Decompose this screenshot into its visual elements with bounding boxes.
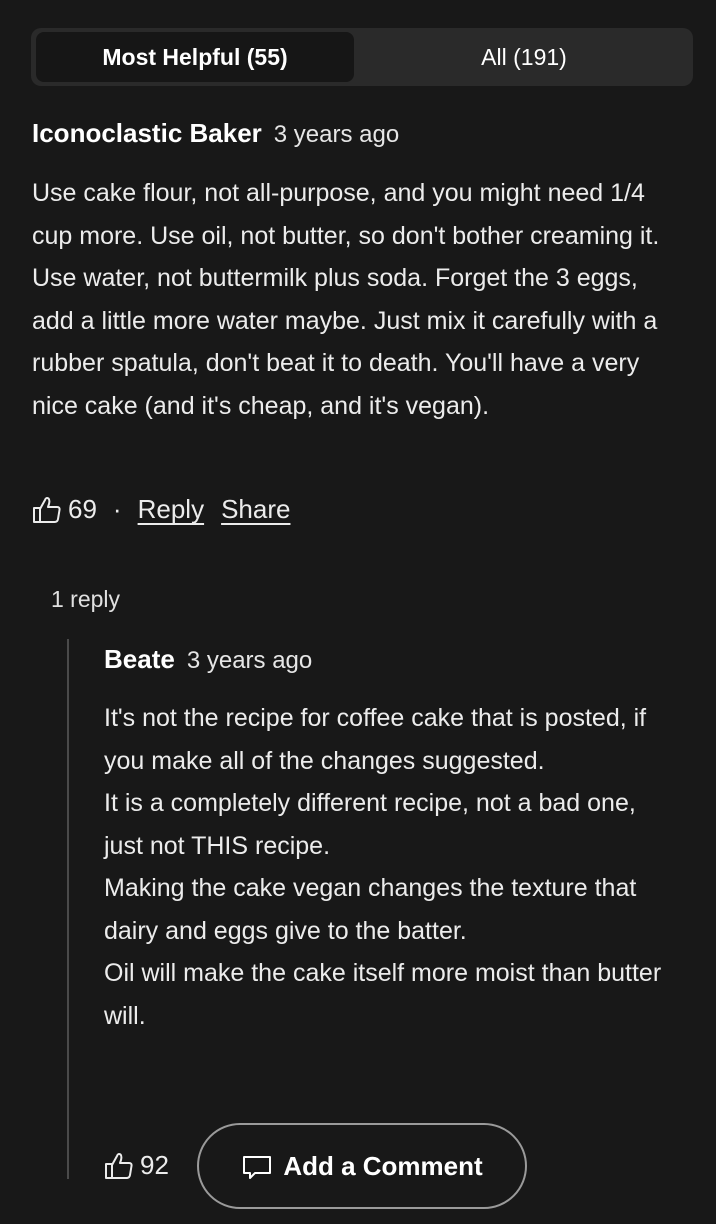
- tab-most-helpful[interactable]: Most Helpful (55): [36, 32, 354, 82]
- reply-actions: 92: [104, 1150, 169, 1181]
- comment-bubble-icon: [241, 1151, 272, 1181]
- thread-line: [67, 639, 69, 1179]
- thumbs-up-icon[interactable]: [104, 1151, 134, 1181]
- reply-body: It's not the recipe for coffee cake that…: [104, 704, 662, 1030]
- action-separator: ·: [112, 494, 122, 524]
- comment-like-count: 69: [68, 494, 97, 524]
- thumbs-up-icon[interactable]: [32, 495, 62, 525]
- reply-header: Beate 3 years ago: [104, 644, 312, 675]
- reply-button[interactable]: Reply: [138, 494, 204, 525]
- reply-author[interactable]: Beate: [104, 644, 175, 674]
- comment-body: Use cake flour, not all-purpose, and you…: [32, 179, 660, 420]
- comment-timestamp: 3 years ago: [273, 121, 400, 148]
- comment-header: Iconoclastic Baker 3 years ago: [32, 118, 399, 149]
- reply-like-count: 92: [140, 1150, 169, 1180]
- replies-toggle[interactable]: 1 reply: [51, 586, 120, 613]
- add-comment-button[interactable]: Add a Comment: [197, 1123, 527, 1209]
- share-button[interactable]: Share: [221, 494, 290, 525]
- reply-timestamp: 3 years ago: [186, 647, 313, 674]
- add-comment-label: Add a Comment: [283, 1150, 483, 1181]
- sort-tabs: Most Helpful (55) All (191): [31, 28, 693, 86]
- comment-author[interactable]: Iconoclastic Baker: [32, 118, 262, 148]
- tab-all[interactable]: All (191): [360, 32, 688, 82]
- comment-actions: 69 · Reply Share: [32, 494, 290, 525]
